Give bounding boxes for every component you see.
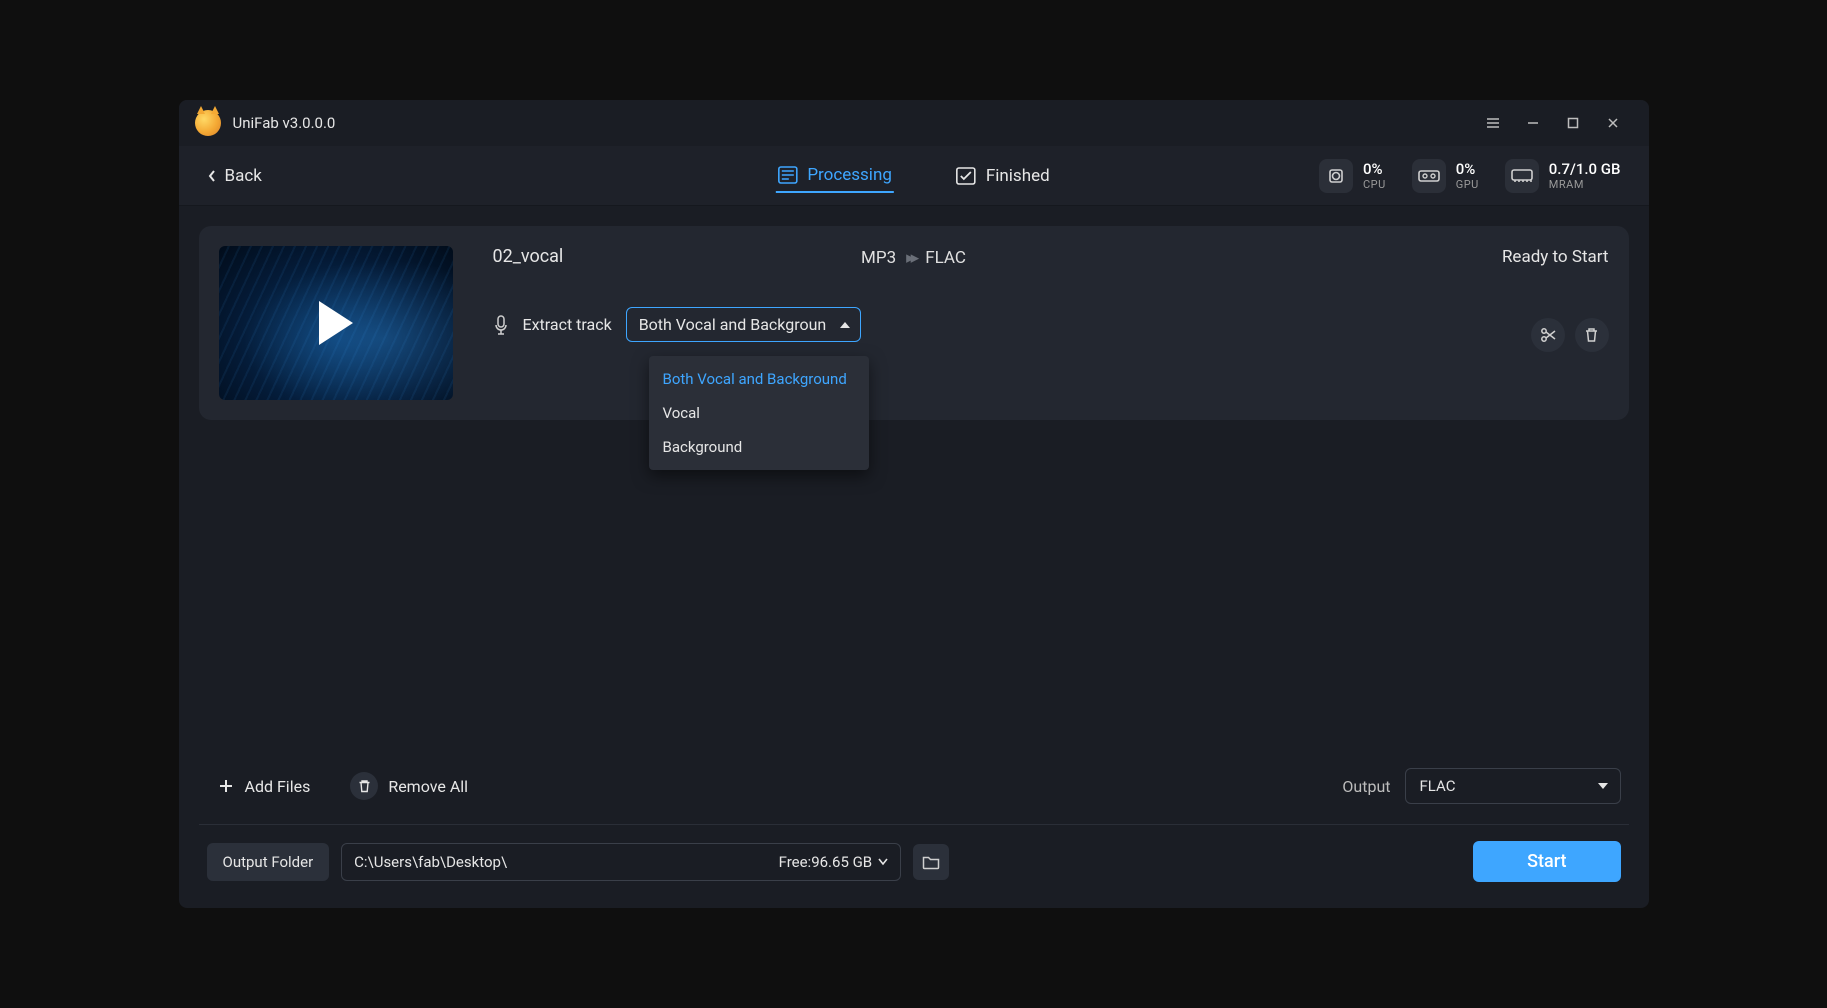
remove-all-button[interactable]: Remove All xyxy=(340,766,478,806)
trim-button[interactable] xyxy=(1531,318,1565,352)
remove-all-label: Remove All xyxy=(388,777,468,796)
job-card: 02_vocal Ready to Start Extract track Bo… xyxy=(199,226,1629,420)
caret-down-icon xyxy=(878,858,888,866)
extract-option-vocal[interactable]: Vocal xyxy=(649,396,869,430)
stat-gpu: 0% GPU xyxy=(1412,159,1479,193)
gpu-value: 0% xyxy=(1456,160,1479,178)
dst-format: FLAC xyxy=(925,248,966,268)
arrow-icon: ▸▸ xyxy=(906,248,915,268)
back-label: Back xyxy=(225,166,262,186)
output-label: Output xyxy=(1342,777,1390,796)
back-button[interactable]: Back xyxy=(207,166,262,186)
minimize-button[interactable] xyxy=(1513,108,1553,138)
header: Back Processing Finished 0% CPU xyxy=(179,146,1649,206)
mram-label: MRAM xyxy=(1549,178,1621,191)
job-status: Ready to Start xyxy=(1502,247,1609,267)
app-logo-icon xyxy=(195,110,221,136)
processing-icon xyxy=(777,166,797,184)
play-icon xyxy=(319,301,353,345)
output-format-value: FLAC xyxy=(1420,777,1456,795)
menu-button[interactable] xyxy=(1473,108,1513,138)
close-button[interactable] xyxy=(1593,108,1633,138)
bottom-toolbar: Add Files Remove All Output FLAC xyxy=(199,756,1629,806)
extract-select[interactable]: Both Vocal and Backgroun xyxy=(626,307,862,342)
add-files-label: Add Files xyxy=(245,777,311,796)
tab-processing[interactable]: Processing xyxy=(775,159,894,193)
mram-value: 0.7/1.0 GB xyxy=(1549,160,1621,178)
plus-icon xyxy=(217,777,235,795)
footer: Output Folder C:\Users\fab\Desktop\ Free… xyxy=(199,841,1629,888)
system-stats: 0% CPU 0% GPU 0.7/1.0 GB MRA xyxy=(1319,159,1621,193)
stat-cpu: 0% CPU xyxy=(1319,159,1386,193)
titlebar: UniFab v3.0.0.0 xyxy=(179,100,1649,146)
app-title: UniFab v3.0.0.0 xyxy=(233,114,336,132)
scissors-icon xyxy=(1540,327,1556,343)
start-button[interactable]: Start xyxy=(1473,841,1620,882)
stat-mram: 0.7/1.0 GB MRAM xyxy=(1505,159,1621,193)
cpu-icon xyxy=(1319,159,1353,193)
format-conversion: MP3 ▸▸ FLAC xyxy=(861,248,966,268)
caret-up-icon xyxy=(840,322,850,328)
output-folder-button[interactable]: Output Folder xyxy=(207,843,330,881)
trash-icon xyxy=(1584,327,1599,343)
gpu-icon xyxy=(1412,159,1446,193)
extract-option-both[interactable]: Both Vocal and Background xyxy=(649,362,869,396)
divider xyxy=(199,824,1629,825)
output-path: C:\Users\fab\Desktop\ xyxy=(354,853,507,871)
browse-folder-button[interactable] xyxy=(913,844,949,880)
tab-finished[interactable]: Finished xyxy=(954,159,1052,193)
tab-processing-label: Processing xyxy=(807,165,892,185)
tab-finished-label: Finished xyxy=(986,166,1050,186)
extract-label: Extract track xyxy=(523,315,612,334)
add-files-button[interactable]: Add Files xyxy=(207,771,321,802)
trash-circle-icon xyxy=(350,772,378,800)
free-space: Free:96.65 GB xyxy=(779,853,873,871)
folder-icon xyxy=(922,854,940,870)
ram-icon xyxy=(1505,159,1539,193)
caret-down-icon xyxy=(1598,783,1608,789)
maximize-button[interactable] xyxy=(1553,108,1593,138)
cpu-label: CPU xyxy=(1363,178,1386,191)
src-format: MP3 xyxy=(861,248,896,268)
output-format-select[interactable]: FLAC xyxy=(1405,768,1621,804)
thumbnail[interactable] xyxy=(219,246,453,400)
tabs: Processing Finished xyxy=(775,159,1051,193)
microphone-icon xyxy=(493,315,509,335)
content-area: 02_vocal Ready to Start Extract track Bo… xyxy=(179,206,1649,908)
extract-select-value: Both Vocal and Backgroun xyxy=(639,315,827,334)
extract-dropdown: Both Vocal and Background Vocal Backgrou… xyxy=(649,356,869,470)
delete-button[interactable] xyxy=(1575,318,1609,352)
output-path-box[interactable]: C:\Users\fab\Desktop\ Free:96.65 GB xyxy=(341,843,901,881)
app-window: UniFab v3.0.0.0 Back Processing F xyxy=(179,100,1649,908)
gpu-label: GPU xyxy=(1456,178,1479,191)
finished-icon xyxy=(956,167,976,185)
job-filename: 02_vocal xyxy=(493,246,564,267)
chevron-left-icon xyxy=(207,169,217,183)
cpu-value: 0% xyxy=(1363,160,1386,178)
extract-option-background[interactable]: Background xyxy=(649,430,869,464)
